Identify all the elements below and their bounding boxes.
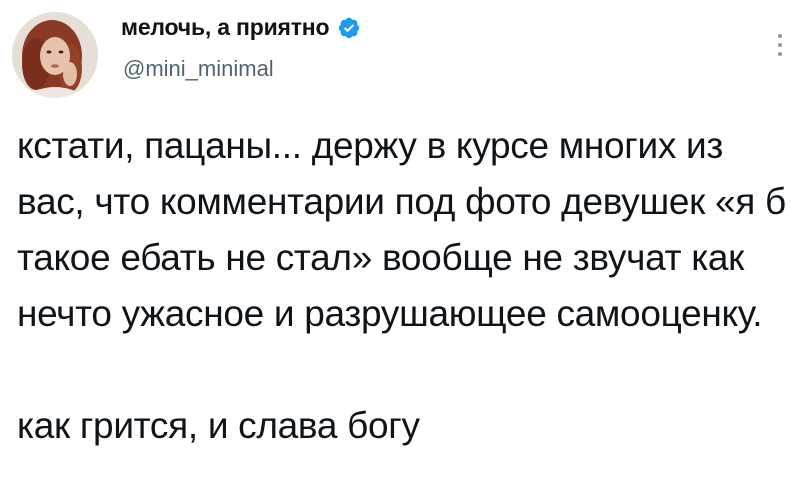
tweet-paragraph: как грится, и слава богу <box>17 405 420 446</box>
author-name-row: мелочь, а приятно <box>121 14 361 41</box>
author-handle[interactable]: @mini_minimal <box>123 56 274 82</box>
tweet-card: мелочь, а приятно @mini_minimal кстати, … <box>0 0 800 498</box>
tweet-text: кстати, пацаны... держу в курсе многих и… <box>17 118 787 454</box>
avatar-photo <box>12 12 98 98</box>
more-dot <box>778 52 782 56</box>
more-dot <box>778 34 782 38</box>
more-dot <box>778 43 782 47</box>
verified-badge-icon <box>337 16 361 40</box>
avatar[interactable] <box>12 12 98 98</box>
more-options-icon[interactable] <box>776 34 784 56</box>
tweet-paragraph: кстати, пацаны... держу в курсе многих и… <box>17 125 786 334</box>
author-display-name[interactable]: мелочь, а приятно <box>121 14 330 41</box>
